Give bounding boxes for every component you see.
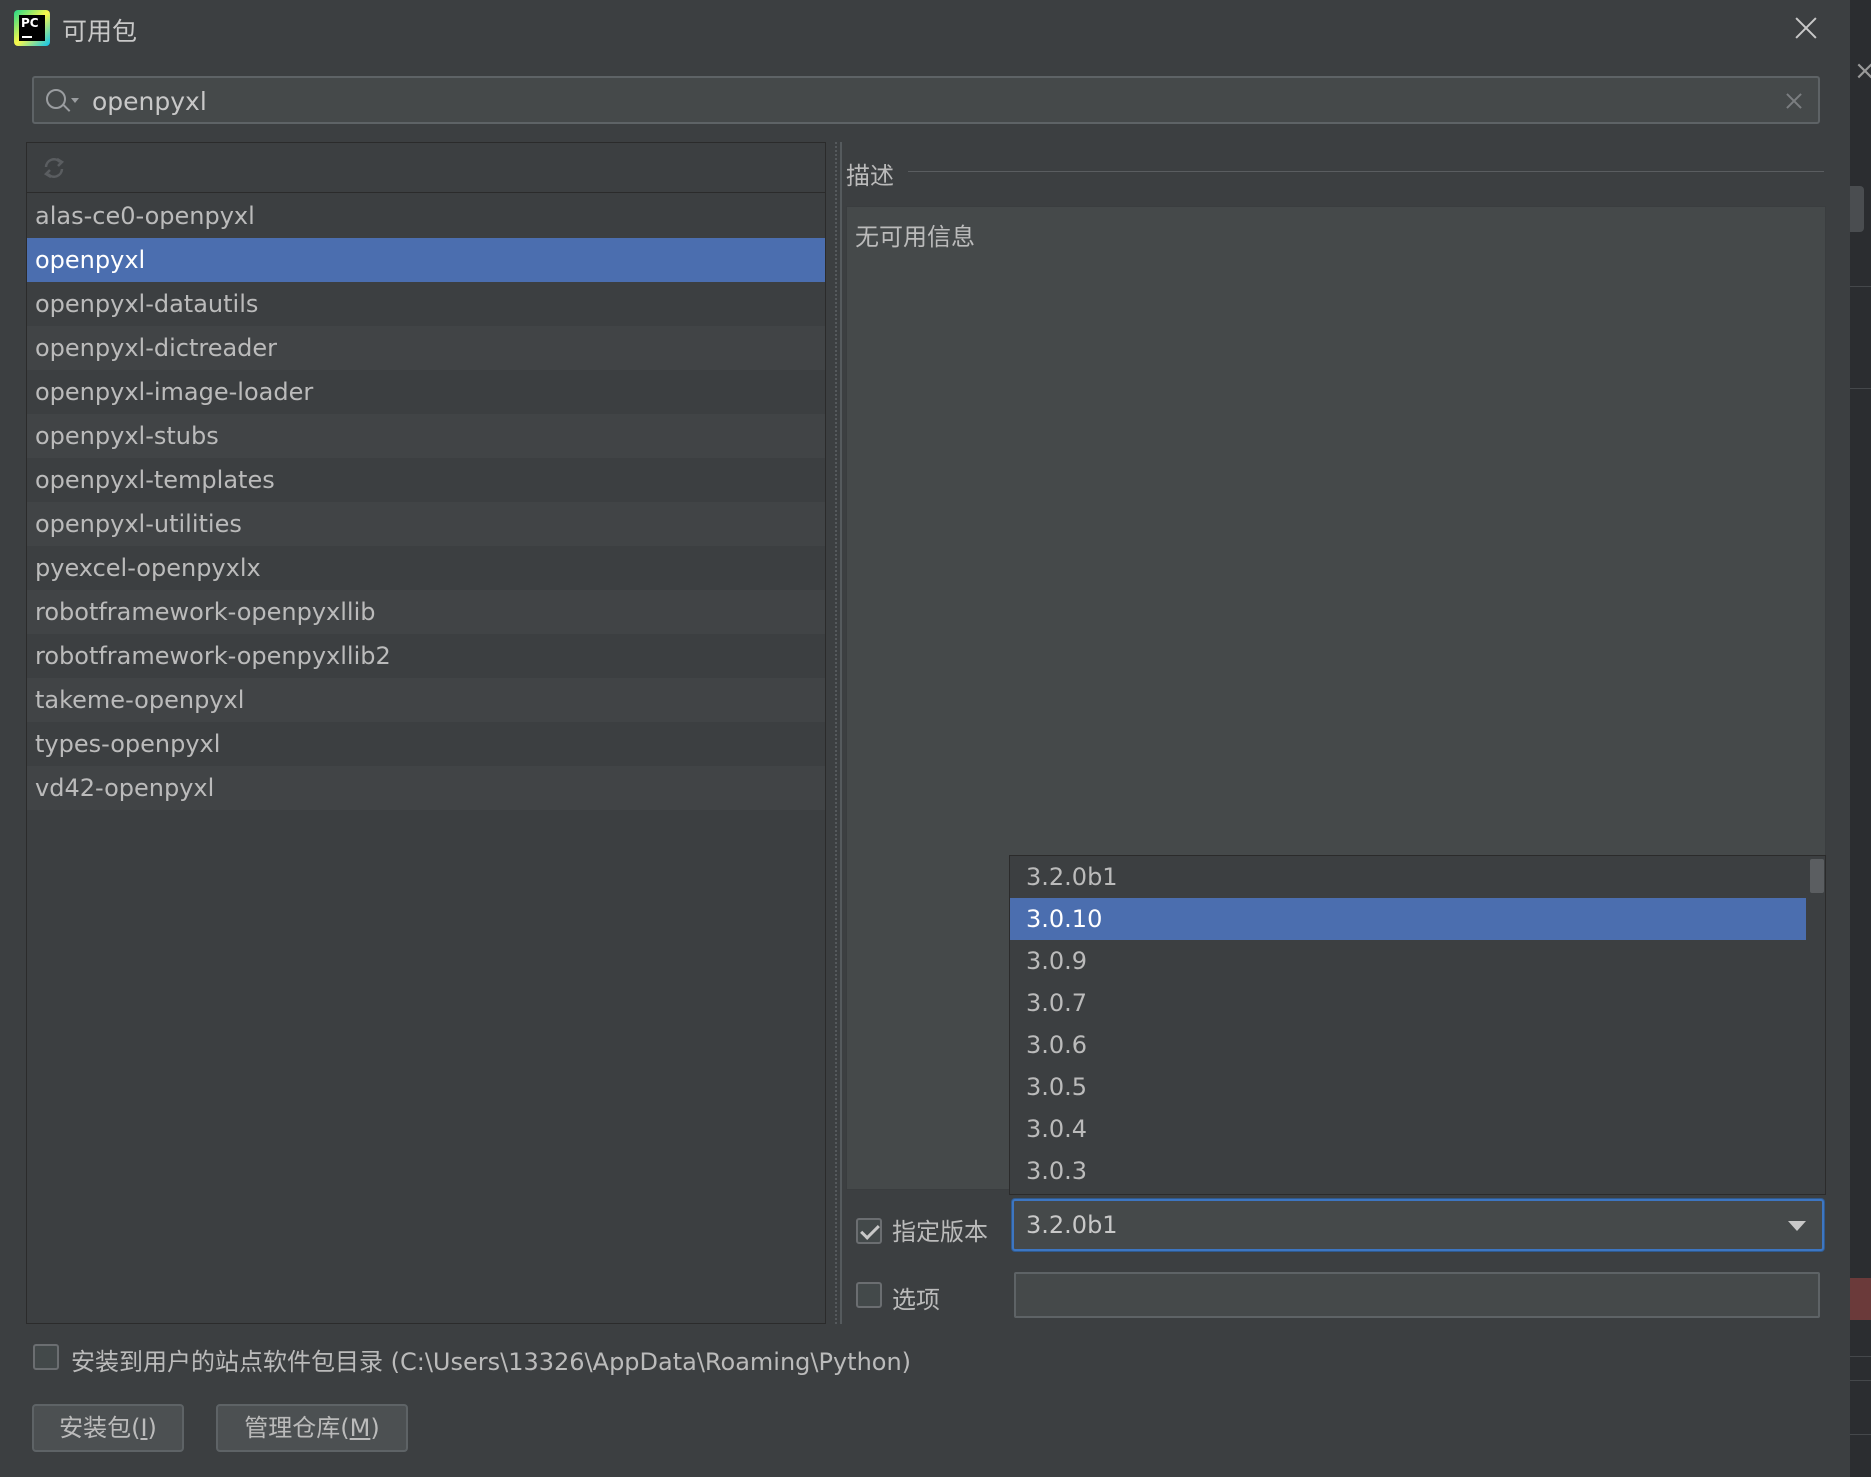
search-icon[interactable] (44, 87, 79, 115)
version-option[interactable]: 3.0.9 (1010, 940, 1806, 982)
package-list-item[interactable]: openpyxl-image-loader (27, 370, 825, 414)
description-separator (908, 171, 1824, 172)
install-user-site-checkbox[interactable] (33, 1344, 59, 1370)
package-list-item[interactable]: robotframework-openpyxllib (27, 590, 825, 634)
package-list-item[interactable]: openpyxl-datautils (27, 282, 825, 326)
version-combobox[interactable]: 3.2.0b1 (1012, 1199, 1824, 1251)
description-label: 描述 (846, 162, 894, 190)
version-option[interactable]: 3.0.6 (1010, 1024, 1806, 1066)
version-option[interactable]: 3.0.10 (1010, 898, 1806, 940)
popup-scrollbar-thumb[interactable] (1810, 859, 1824, 893)
version-option[interactable]: 3.2.0b1 (1010, 856, 1806, 898)
background-window-edge: × (1850, 0, 1871, 1477)
package-list-item[interactable]: openpyxl-utilities (27, 502, 825, 546)
refresh-icon[interactable] (41, 155, 67, 181)
window-title: 可用包 (62, 17, 138, 46)
package-list-item[interactable]: vd42-openpyxl (27, 766, 825, 810)
panel-splitter[interactable] (832, 142, 842, 1324)
available-packages-dialog: PC 可用包 alas-ce0-openpyxlopenpyxlopenpyxl… (0, 0, 1850, 1477)
package-list-item[interactable]: openpyxl (27, 238, 825, 282)
description-text: 无可用信息 (855, 223, 975, 251)
background-marker (1850, 1278, 1871, 1320)
package-list: alas-ce0-openpyxl openpyxl openpyxl-dataut… (27, 194, 825, 810)
background-close-icon: × (1854, 56, 1871, 86)
package-list-item[interactable]: openpyxl-dictreader (27, 326, 825, 370)
package-list-item[interactable]: openpyxl-stubs (27, 414, 825, 458)
version-option[interactable]: 3.0.3 (1010, 1150, 1806, 1192)
background-tab (1850, 186, 1864, 232)
options-label[interactable]: 选项 (892, 1280, 940, 1315)
options-input[interactable] (1014, 1272, 1820, 1318)
close-icon[interactable] (1786, 8, 1826, 48)
pycharm-logo-icon: PC (14, 10, 50, 46)
search-input[interactable] (92, 84, 1752, 118)
package-search-box[interactable] (32, 76, 1820, 124)
package-list-panel: alas-ce0-openpyxl openpyxl openpyxl-dataut… (26, 142, 826, 1324)
specify-version-checkbox[interactable] (856, 1218, 882, 1244)
clear-search-icon[interactable] (1782, 89, 1806, 113)
version-option[interactable]: 3.0.7 (1010, 982, 1806, 1024)
logo-text: PC (21, 16, 39, 30)
list-toolbar (27, 143, 825, 193)
package-list-item[interactable]: types-openpyxl (27, 722, 825, 766)
package-list-item[interactable]: alas-ce0-openpyxl (27, 194, 825, 238)
install-user-site-label[interactable]: 安装到用户的站点软件包目录 (C:\Users\13326\AppData\Ro… (71, 1342, 911, 1377)
options-checkbox[interactable] (856, 1282, 882, 1308)
manage-repositories-button[interactable]: 管理仓库(M) (216, 1404, 408, 1452)
version-options-list: 3.2.0b1 3.0.10 3.0.9 3.0.7 3.0.6 3.0.5 3.0.4 3.… (1010, 856, 1825, 1192)
version-selected-value: 3.2.0b1 (1026, 1211, 1118, 1239)
version-option[interactable]: 3.0.5 (1010, 1066, 1806, 1108)
package-list-item[interactable]: pyexcel-openpyxlx (27, 546, 825, 590)
specify-version-label[interactable]: 指定版本 (892, 1212, 988, 1247)
version-option[interactable]: 3.0.4 (1010, 1108, 1806, 1150)
package-list-item[interactable]: robotframework-openpyxllib2 (27, 634, 825, 678)
package-list-item[interactable]: takeme-openpyxl (27, 678, 825, 722)
version-dropdown-popup: 3.2.0b1 3.0.10 3.0.9 3.0.7 3.0.6 3.0.5 3.0.4 3.… (1009, 855, 1826, 1195)
chevron-down-icon[interactable] (1788, 1221, 1806, 1231)
package-list-item[interactable]: openpyxl-templates (27, 458, 825, 502)
install-package-button[interactable]: 安装包(I) (32, 1404, 184, 1452)
title-bar[interactable]: PC 可用包 (0, 0, 1850, 56)
